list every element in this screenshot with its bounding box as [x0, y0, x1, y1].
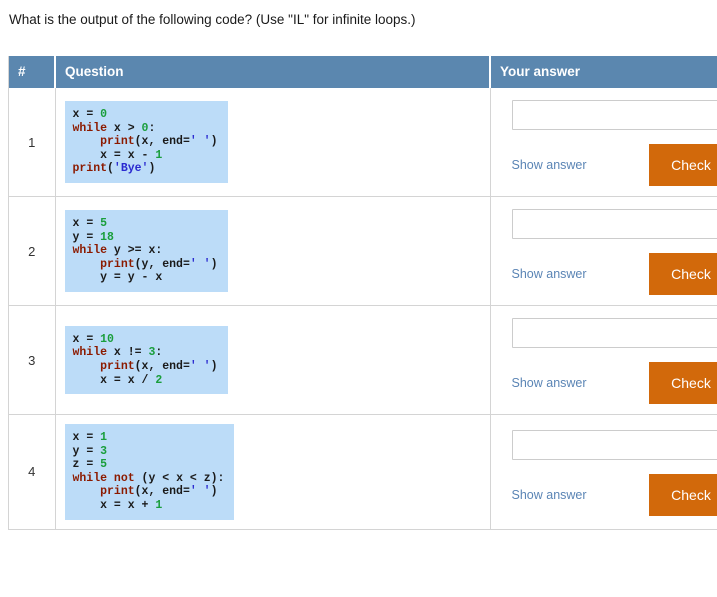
table-row: 1x = 0 while x > 0: print(x, end=' ') x … — [8, 88, 717, 197]
show-answer-link[interactable]: Show answer — [512, 267, 587, 281]
question-cell: x = 5 y = 18 while y >= x: print(y, end=… — [55, 196, 491, 306]
table-header-row: # Question Your answer — [8, 56, 717, 88]
column-header-number: # — [8, 56, 56, 88]
answer-wrapper: Show answer Check — [491, 197, 717, 305]
answer-cell: Show answer Check — [490, 196, 717, 306]
answer-input[interactable] — [511, 100, 717, 130]
page-title: What is the output of the following code… — [9, 12, 416, 27]
question-cell: x = 10 while x != 3: print(x, end=' ') x… — [55, 305, 491, 415]
answer-cell: Show answer Check — [490, 414, 717, 530]
check-button[interactable]: Check — [648, 473, 717, 516]
row-number: 1 — [8, 88, 56, 197]
code-block: x = 5 y = 18 while y >= x: print(y, end=… — [64, 210, 228, 292]
table-row: 4x = 1 y = 3 z = 5 while not (y < x < z)… — [8, 414, 717, 530]
answer-cell: Show answer Check — [490, 88, 717, 197]
column-header-question: Question — [55, 56, 491, 88]
table-row: 3x = 10 while x != 3: print(x, end=' ') … — [8, 305, 717, 415]
answer-wrapper: Show answer Check — [491, 306, 717, 414]
answer-input[interactable] — [511, 318, 717, 348]
answer-controls: Show answer Check — [491, 362, 717, 404]
check-button[interactable]: Check — [648, 362, 717, 404]
row-number: 4 — [8, 414, 56, 530]
code-block: x = 10 while x != 3: print(x, end=' ') x… — [64, 325, 228, 395]
table-header: # Question Your answer — [8, 56, 717, 88]
answer-controls: Show answer Check — [491, 253, 717, 295]
answer-wrapper: Show answer Check — [491, 418, 717, 526]
row-number: 3 — [8, 305, 56, 415]
answer-controls: Show answer Check — [491, 473, 717, 516]
column-header-answer: Your answer — [490, 56, 717, 88]
answer-input[interactable] — [511, 209, 717, 239]
answer-controls: Show answer Check — [491, 144, 717, 186]
answer-input[interactable] — [511, 429, 717, 460]
show-answer-link[interactable]: Show answer — [512, 376, 587, 390]
code-block: x = 1 y = 3 z = 5 while not (y < x < z):… — [64, 424, 235, 520]
show-answer-link[interactable]: Show answer — [512, 488, 587, 502]
answer-cell: Show answer Check — [490, 305, 717, 415]
table-row: 2x = 5 y = 18 while y >= x: print(y, end… — [8, 196, 717, 306]
answer-wrapper: Show answer Check — [491, 88, 717, 196]
table-body: 1x = 0 while x > 0: print(x, end=' ') x … — [8, 88, 717, 530]
check-button[interactable]: Check — [648, 253, 717, 295]
question-cell: x = 1 y = 3 z = 5 while not (y < x < z):… — [55, 414, 491, 530]
quiz-page: What is the output of the following code… — [0, 0, 717, 597]
show-answer-link[interactable]: Show answer — [512, 158, 587, 172]
quiz-table: # Question Your answer 1x = 0 while x > … — [8, 56, 717, 530]
check-button[interactable]: Check — [648, 144, 717, 186]
question-cell: x = 0 while x > 0: print(x, end=' ') x =… — [55, 88, 491, 197]
code-block: x = 0 while x > 0: print(x, end=' ') x =… — [64, 101, 228, 183]
row-number: 2 — [8, 196, 56, 306]
